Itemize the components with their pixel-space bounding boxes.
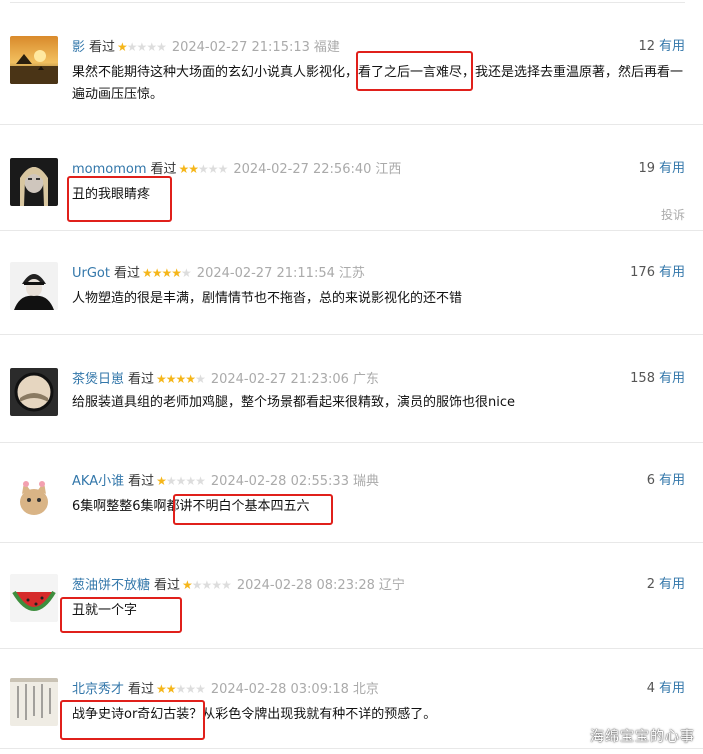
comment-location: 北京	[352, 682, 379, 697]
vote-area: 158 有用	[630, 370, 685, 388]
rating-stars: ★★★★★	[156, 682, 206, 696]
avatar[interactable]	[10, 36, 58, 84]
useful-button[interactable]: 有用	[659, 473, 685, 488]
watch-status: 看过	[128, 474, 155, 489]
comment-meta: 茶煲日崽 看过 ★★★★★ 2024-02-27 21:23:06 广东	[72, 370, 379, 389]
comment-time: 2024-02-27 21:15:13	[171, 40, 310, 55]
vote-count: 176	[630, 265, 655, 280]
comment-item: UrGot 看过 ★★★★★ 2024-02-27 21:11:54 江苏 176 有用 …	[0, 230, 703, 335]
vote-count: 12	[638, 39, 655, 54]
comment-location: 瑞典	[352, 474, 379, 489]
watch-status: 看过	[89, 40, 116, 55]
comment-location: 广东	[352, 372, 379, 387]
comment-location: 江苏	[338, 266, 365, 281]
avatar[interactable]	[10, 158, 58, 206]
username-link[interactable]: 北京秀才	[72, 682, 124, 697]
vote-count: 158	[630, 371, 655, 386]
useful-button[interactable]: 有用	[659, 371, 685, 386]
vote-area: 6 有用	[647, 472, 685, 490]
vote-count: 4	[646, 681, 655, 696]
highlight-box	[67, 176, 172, 222]
comment-text: 给服装道具组的老师加鸡腿，整个场景都看起来很精致，演员的服饰也很nice	[72, 395, 515, 410]
vote-area: 12 有用	[638, 38, 685, 56]
comment-item: momomom 看过 ★★★★★ 2024-02-27 22:56:40 江西 19 有用…	[0, 124, 703, 231]
comment-text: 6集啊整整6集啊都讲不明白个基本四五六	[72, 499, 310, 514]
watch-status: 看过	[128, 372, 155, 387]
comment-meta: 葱油饼不放糖 看过 ★★★★★ 2024-02-28 08:23:28 辽宁	[72, 576, 405, 595]
highlight-box	[60, 700, 205, 740]
useful-button[interactable]: 有用	[659, 161, 685, 176]
username-link[interactable]: UrGot	[72, 266, 110, 281]
rating-stars: ★★★★★	[117, 40, 167, 54]
comment-time: 2024-02-28 02:55:33	[210, 474, 349, 489]
useful-button[interactable]: 有用	[659, 577, 685, 592]
watch-status: 看过	[113, 266, 140, 281]
username-link[interactable]: 茶煲日崽	[72, 372, 124, 387]
comment-time: 2024-02-28 03:09:18	[210, 682, 349, 697]
comment-time: 2024-02-27 21:23:06	[210, 372, 349, 387]
avatar[interactable]	[10, 574, 58, 622]
vote-area: 19 有用	[638, 160, 685, 178]
report-link[interactable]: 投诉	[661, 206, 685, 223]
comment-time: 2024-02-27 21:11:54	[196, 266, 335, 281]
useful-button[interactable]: 有用	[659, 681, 685, 696]
avatar[interactable]	[10, 368, 58, 416]
username-link[interactable]: 葱油饼不放糖	[72, 578, 150, 593]
useful-button[interactable]: 有用	[659, 265, 685, 280]
username-link[interactable]: 影	[72, 40, 85, 55]
highlight-box	[60, 597, 182, 633]
comment-text: 人物塑造的很是丰满，剧情情节也不拖沓，总的来说影视化的还不错	[72, 291, 463, 306]
watch-status: 看过	[154, 578, 181, 593]
avatar[interactable]	[10, 262, 58, 310]
comment-time: 2024-02-28 08:23:28	[236, 578, 375, 593]
useful-button[interactable]: 有用	[659, 39, 685, 54]
comment-meta: 北京秀才 看过 ★★★★★ 2024-02-28 03:09:18 北京	[72, 680, 379, 699]
comment-item: 葱油饼不放糖 看过 ★★★★★ 2024-02-28 08:23:28 辽宁 2 有用 丑…	[0, 542, 703, 649]
rating-stars: ★★★★★	[178, 162, 229, 176]
username-link[interactable]: AKA小谁	[72, 474, 124, 489]
vote-area: 2 有用	[647, 576, 685, 594]
vote-count: 2	[646, 577, 655, 592]
avatar[interactable]	[10, 678, 58, 726]
comment-location: 江西	[375, 162, 402, 177]
highlight-box	[173, 494, 333, 525]
rating-stars: ★★★★★	[156, 372, 206, 386]
highlight-box	[356, 51, 473, 91]
vote-area: 176 有用	[630, 264, 685, 282]
comment-time: 2024-02-27 22:56:40	[233, 162, 372, 177]
comment-location: 福建	[313, 40, 340, 55]
rating-stars: ★★★★★	[182, 578, 232, 592]
comment-location: 辽宁	[378, 578, 405, 593]
comment-item: 影看过 ★★★★★ 2024-02-27 21:15:13 福建 12 有用 果然不能期…	[0, 0, 703, 125]
watch-status: 看过	[150, 162, 177, 177]
watch-status: 看过	[128, 682, 155, 697]
avatar[interactable]	[10, 472, 58, 520]
rating-stars: ★★★★★	[156, 474, 206, 488]
comment-meta: AKA小谁 看过 ★★★★★ 2024-02-28 02:55:33 瑞典	[72, 472, 379, 491]
vote-count: 6	[646, 473, 655, 488]
comment-item: AKA小谁 看过 ★★★★★ 2024-02-28 02:55:33 瑞典 6 有用 6集…	[0, 442, 703, 543]
username-link[interactable]: momomom	[72, 162, 147, 177]
watermark: 海绵宝宝的心事	[590, 729, 695, 745]
comment-meta: 影看过 ★★★★★ 2024-02-27 21:15:13 福建	[72, 38, 340, 57]
rating-stars: ★★★★★	[142, 266, 192, 280]
comment-item: 茶煲日崽 看过 ★★★★★ 2024-02-27 21:23:06 广东 158 有用 给…	[0, 334, 703, 443]
vote-count: 19	[638, 161, 655, 176]
comment-meta: UrGot 看过 ★★★★★ 2024-02-27 21:11:54 江苏	[72, 264, 365, 283]
vote-area: 4 有用	[647, 680, 685, 698]
